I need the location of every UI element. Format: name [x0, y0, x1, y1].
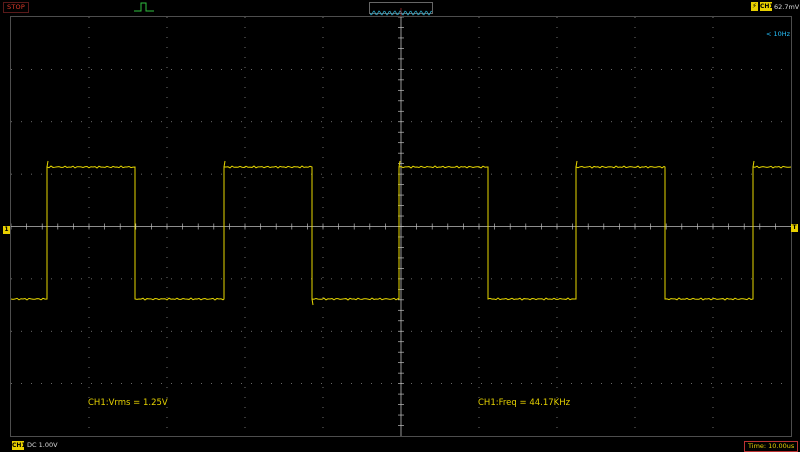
- trigger-level-marker[interactable]: T: [791, 224, 798, 232]
- volts-per-div: 1.00V: [38, 441, 58, 449]
- trigger-source-tag[interactable]: CH1: [760, 2, 774, 11]
- rising-edge-icon: ⚡: [751, 2, 758, 11]
- edge-overshoot: [223, 160, 226, 168]
- edge-overshoot: [752, 160, 755, 168]
- run-stop-badge[interactable]: STOP: [3, 2, 29, 13]
- coupling-label: DC: [27, 441, 37, 449]
- top-status-bar: STOP ⚡ CH1 62.7mV: [0, 0, 800, 18]
- edge-overshoot: [46, 160, 49, 168]
- timebase-info[interactable]: Time: 10.00us: [744, 441, 799, 452]
- channel-tag: CH1: [12, 441, 26, 450]
- trigger-pulse-icon: [134, 2, 154, 12]
- waveform-overview[interactable]: [369, 2, 433, 18]
- edge-overshoot: [575, 160, 578, 168]
- scope-screen[interactable]: [10, 16, 792, 437]
- edge-overshoot: [398, 160, 401, 168]
- channel-info[interactable]: CH1DC 1.00V: [12, 441, 58, 450]
- edge-undershoot: [311, 298, 314, 306]
- measurement-freq: CH1:Freq = 44.17KHz: [478, 398, 571, 408]
- trigger-level: 62.7mV: [774, 3, 800, 11]
- measurement-vrms: CH1:Vrms = 1.25V: [88, 398, 168, 408]
- channel-ground-marker[interactable]: 1: [3, 226, 10, 234]
- waveform-plot: [11, 17, 791, 436]
- bandwidth-label: < 10Hz: [766, 30, 791, 38]
- bottom-status-bar: [0, 440, 800, 452]
